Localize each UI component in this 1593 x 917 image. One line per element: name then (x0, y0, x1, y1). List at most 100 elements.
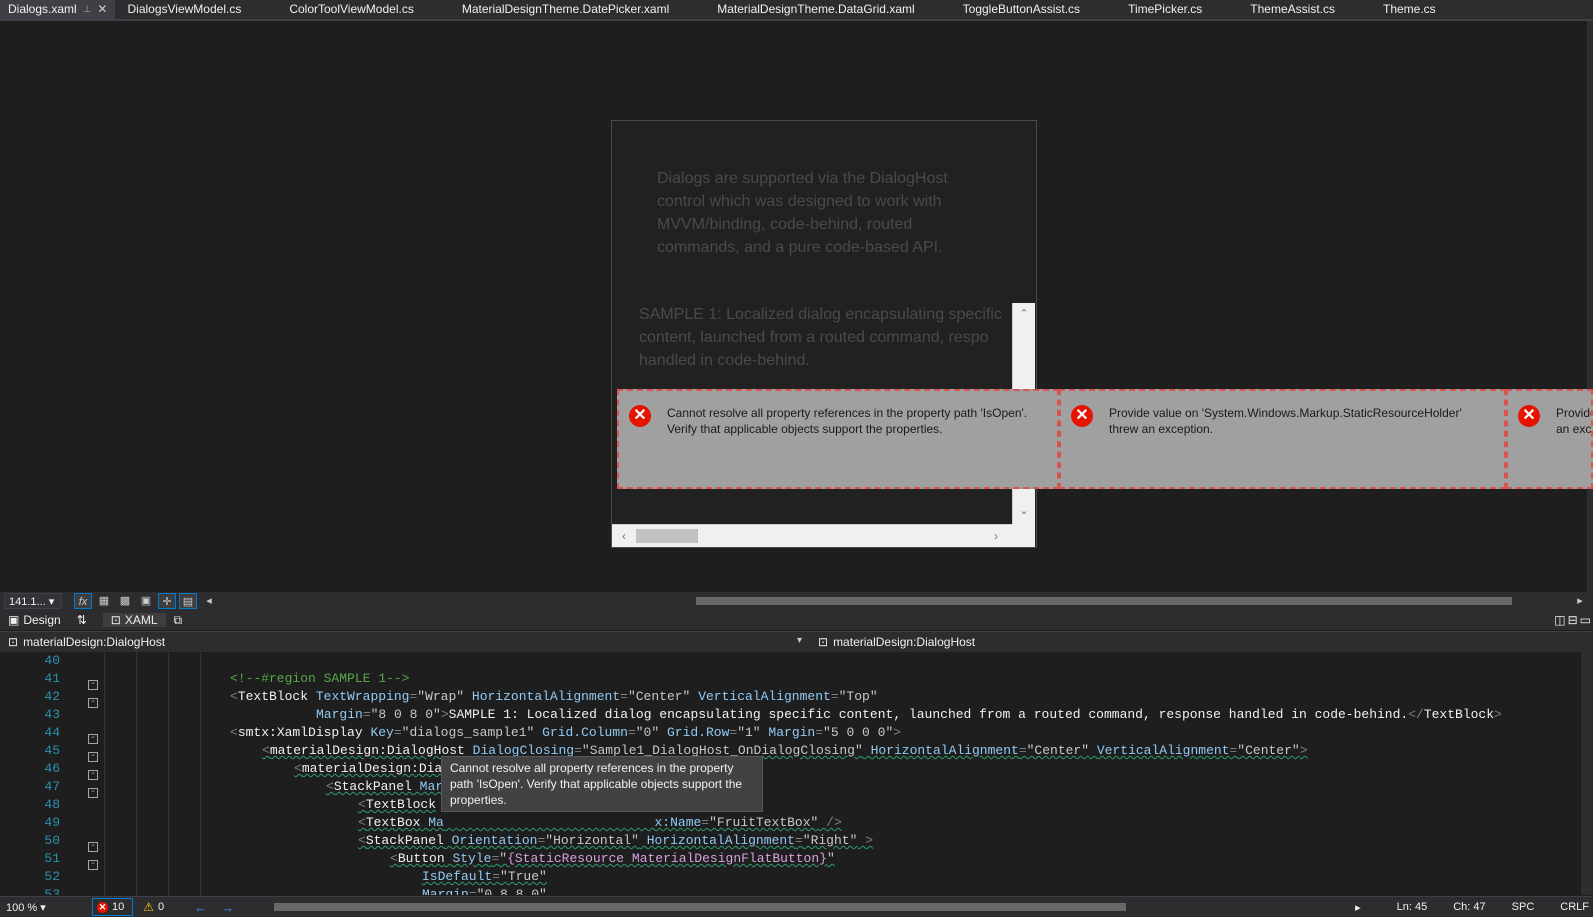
chevron-down-icon[interactable]: ▾ (797, 635, 802, 646)
line-number: 45 (44, 743, 60, 758)
tab-label: ColorToolViewModel.cs (289, 2, 414, 16)
collapse-pane-icon[interactable]: ▭ (1580, 613, 1591, 627)
fold-toggle-icon[interactable]: - (88, 842, 98, 852)
zoom-dropdown[interactable]: 141.1... ▾ (4, 593, 62, 609)
error-card[interactable]: ✕ Provide value on 'System.Windows.Marku… (1059, 389, 1506, 489)
snap-grid-icon[interactable]: ▩ (116, 593, 134, 609)
scroll-left-icon[interactable]: ◂ (200, 593, 218, 609)
status-right-group: ▸ Ln: 45 Ch: 47 SPC CRLF (1355, 897, 1593, 917)
xaml-icon: ⊡ (110, 613, 121, 627)
fold-toggle-icon[interactable]: - (88, 752, 98, 762)
tab-label: ThemeAssist.cs (1250, 2, 1335, 16)
editor-zoom-dropdown[interactable]: 100 % ▾ (0, 901, 66, 914)
error-icon: ✕ (629, 405, 651, 427)
code-line: <!--#region SAMPLE 1--> (230, 671, 410, 686)
scroll-up-icon[interactable]: ⌃ (1016, 306, 1032, 322)
previous-issue-icon[interactable]: ← (194, 900, 221, 915)
tab-label: TimePicker.cs (1128, 2, 1203, 16)
tab-label: DialogsViewModel.cs (127, 2, 242, 16)
error-count-button[interactable]: ✕ 10 (92, 898, 134, 916)
fold-toggle-icon[interactable]: - (88, 770, 98, 780)
line-number: 43 (44, 707, 60, 722)
code-line: <TextBox Ma x:Name="FruitTextBox" /> (358, 815, 842, 830)
tab-timepicker[interactable]: TimePicker.cs (1120, 0, 1210, 19)
code-line: <TextBlock TextWrapping="Wrap" Horizonta… (230, 689, 878, 704)
code-vertical-scrollbar[interactable] (1581, 652, 1593, 895)
scroll-right-icon[interactable]: › (988, 528, 1004, 544)
fold-toggle-icon[interactable]: - (88, 698, 98, 708)
line-ending-mode[interactable]: CRLF (1560, 901, 1589, 913)
vertical-split-icon[interactable]: ◫ (1554, 613, 1565, 627)
design-vertical-scrollbar[interactable] (1587, 21, 1593, 592)
scroll-left-icon[interactable]: ‹ (616, 528, 632, 544)
code-horizontal-scrollbar[interactable] (262, 902, 1402, 911)
xaml-view-tab[interactable]: ⊡ XAML (102, 613, 166, 627)
scroll-track (436, 596, 1593, 605)
artboard-background-icon[interactable]: ▣ (137, 593, 155, 609)
line-number-gutter: 40 41 42 43 44 45 46 47 48 49 50 51 52 53 (22, 652, 60, 895)
warning-count-button[interactable]: ⚠ 0 (143, 900, 164, 914)
document-tab-strip: Dialogs.xaml ⊥ ✕ DialogsViewModel.cs Col… (0, 0, 1593, 21)
pin-icon[interactable]: ⊥ (83, 0, 92, 19)
code-line: <StackPanel Mar (326, 779, 444, 794)
tab-dialogs-xaml[interactable]: Dialogs.xaml ⊥ ✕ (0, 0, 116, 19)
line-number: 46 (44, 761, 60, 776)
tab-datepicker-theme[interactable]: MaterialDesignTheme.DatePicker.xaml (454, 0, 677, 19)
xaml-code-editor[interactable]: 40 41 42 43 44 45 46 47 48 49 50 51 52 53 - - - - - -… (0, 652, 1593, 895)
code-line: Margin="8 0 8 0">SAMPLE 1: Localized dia… (316, 707, 1502, 722)
tab-themeassist[interactable]: ThemeAssist.cs (1242, 0, 1343, 19)
artboard-horizontal-scrollbar[interactable]: ‹ › (612, 524, 1012, 547)
column-indicator: Ch: 47 (1453, 901, 1486, 913)
fold-toggle-icon[interactable]: - (88, 788, 98, 798)
whitespace-mode[interactable]: SPC (1512, 901, 1535, 913)
element-icon: ⊡ (8, 635, 19, 649)
indent-guide (136, 652, 137, 895)
design-icon: ▣ (8, 613, 20, 627)
grid-icon[interactable]: ▦ (95, 593, 113, 609)
error-card[interactable]: ✕ Provide value on 'System.Windows.Marku… (1506, 389, 1593, 489)
sample-text: SAMPLE 1: Localized dialog encapsulating… (639, 303, 1019, 372)
fold-toggle-icon[interactable]: - (88, 734, 98, 744)
tab-colortoolviewmodel[interactable]: ColorToolViewModel.cs (281, 0, 422, 19)
tab-dialogsviewmodel[interactable]: DialogsViewModel.cs (119, 0, 249, 19)
popout-icon[interactable]: ⧉ (166, 613, 191, 628)
member-label: materialDesign:DialogHost (833, 635, 976, 649)
scroll-right-icon[interactable]: ▸ (1355, 901, 1361, 914)
member-dropdown[interactable]: ⊡ materialDesign:DialogHost (812, 632, 1593, 652)
tab-theme[interactable]: Theme.cs (1375, 0, 1444, 19)
warning-count: 0 (158, 901, 165, 913)
scroll-thumb[interactable] (274, 903, 1126, 911)
snap-lines-icon[interactable]: ✛ (158, 593, 176, 609)
formula-icon[interactable]: fx (74, 593, 92, 609)
line-indicator: Ln: 45 (1396, 901, 1428, 913)
scroll-thumb[interactable] (696, 597, 1512, 605)
line-number: 53 (44, 887, 60, 895)
error-message: Provide value on 'System.Windows.Markup.… (1556, 406, 1593, 436)
design-horizontal-scrollbar[interactable] (218, 592, 1568, 610)
close-icon[interactable]: ✕ (97, 0, 107, 19)
project-code-icon[interactable]: ▤ (179, 593, 197, 609)
fold-toggle-icon[interactable]: - (88, 860, 98, 870)
scroll-thumb[interactable] (636, 529, 698, 543)
tab-datagrid-theme[interactable]: MaterialDesignTheme.DataGrid.xaml (709, 0, 922, 19)
error-icon: ✕ (1518, 405, 1540, 427)
design-view-tab[interactable]: ▣ Design (0, 613, 69, 627)
next-issue-icon[interactable]: → (221, 900, 248, 915)
swap-panes-icon[interactable]: ⇅ (69, 613, 95, 627)
error-card[interactable]: ✕ Cannot resolve all property references… (617, 389, 1059, 489)
tab-label: MaterialDesignTheme.DataGrid.xaml (717, 2, 915, 16)
code-line: <TextBlock (358, 797, 437, 812)
fold-toggle-icon[interactable]: - (88, 680, 98, 690)
horizontal-split-icon[interactable]: ⊟ (1568, 613, 1578, 627)
scroll-down-icon[interactable]: ⌄ (1016, 503, 1032, 519)
element-scope-label: materialDesign:DialogHost (23, 635, 166, 649)
error-message: Cannot resolve all property references i… (667, 406, 1028, 436)
tab-togglebuttonassist[interactable]: ToggleButtonAssist.cs (955, 0, 1088, 19)
indent-guide (168, 652, 169, 895)
error-icon: ✕ (1071, 405, 1093, 427)
element-scope-dropdown[interactable]: ⊡ materialDesign:DialogHost ▾ (0, 632, 812, 652)
line-number: 41 (44, 671, 60, 686)
code-line: IsDefault="True" (422, 869, 547, 884)
pane-layout-icons: ◫ ⊟ ▭ (1546, 613, 1593, 627)
code-line: <materialDesign:DialogHost DialogClosing… (262, 743, 1308, 758)
